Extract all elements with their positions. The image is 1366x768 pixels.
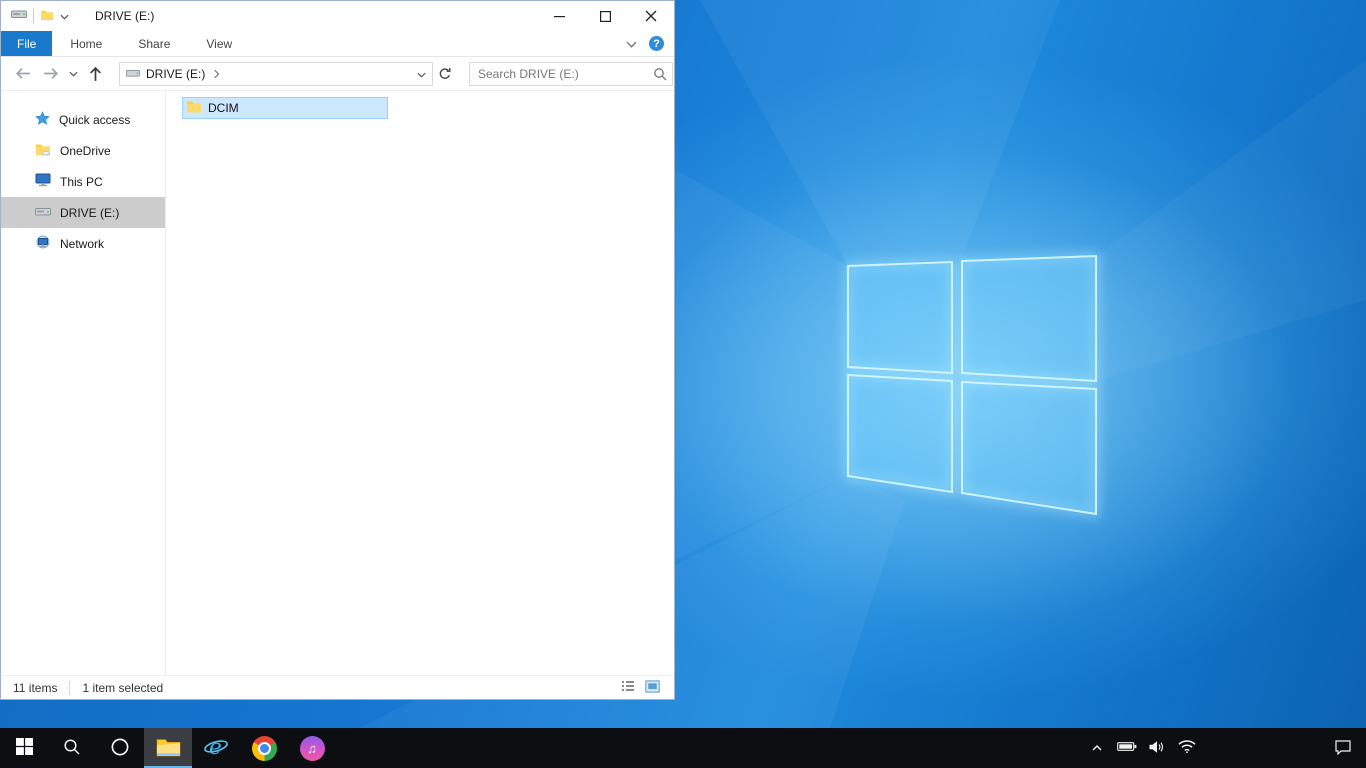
tab-home[interactable]: Home <box>52 31 120 56</box>
selection-count: 1 item selected <box>82 680 164 695</box>
ribbon-tab-bar: File Home Share View ? <box>1 31 674 57</box>
sidebar-item-network[interactable]: Network <box>1 228 165 259</box>
address-dropdown-chevron-icon[interactable] <box>417 67 426 81</box>
onedrive-folder-icon <box>35 143 51 159</box>
sidebar-item-label: This PC <box>60 174 103 189</box>
file-name: DCIM <box>208 101 239 115</box>
battery-icon <box>1117 741 1137 755</box>
speaker-icon <box>1148 740 1166 757</box>
internet-explorer-icon: e <box>203 734 229 763</box>
network-icon <box>35 235 51 252</box>
tab-share[interactable]: Share <box>120 31 188 56</box>
taskbar: e ♫ <box>0 728 1366 768</box>
wifi-icon <box>1177 739 1197 757</box>
tab-view[interactable]: View <box>188 31 250 56</box>
address-bar[interactable]: DRIVE (E:) <box>119 61 433 86</box>
action-center-button[interactable] <box>1320 728 1366 768</box>
close-button[interactable] <box>628 1 674 31</box>
sidebar-item-label: OneDrive <box>60 143 111 158</box>
taskbar-search-button[interactable] <box>48 728 96 768</box>
sidebar-item-quick-access[interactable]: Quick access <box>1 104 165 135</box>
address-drive-icon <box>126 67 140 81</box>
folder-icon <box>186 100 202 116</box>
forward-button[interactable] <box>42 66 59 81</box>
qat-folder-icon[interactable] <box>40 9 54 23</box>
action-center-icon <box>1334 739 1352 758</box>
large-icons-view-icon[interactable] <box>645 679 660 696</box>
sidebar-item-drive-e[interactable]: DRIVE (E:) <box>1 197 165 228</box>
search-icon <box>63 738 81 759</box>
battery-button[interactable] <box>1112 728 1142 768</box>
recent-locations-chevron-icon[interactable] <box>69 71 78 77</box>
quick-access-toolbar <box>11 9 69 23</box>
items-count: 11 items <box>13 680 58 695</box>
qat-customize-chevron-icon[interactable] <box>60 9 69 23</box>
breadcrumb-segment[interactable]: DRIVE (E:) <box>146 67 205 81</box>
explorer-body: Quick access OneDrive This PC DRIVE (E:) <box>1 91 674 675</box>
refresh-button[interactable] <box>433 62 457 86</box>
search-input[interactable] <box>469 61 673 86</box>
chrome-icon <box>251 735 277 761</box>
itunes-button[interactable]: ♫ <box>288 728 336 768</box>
status-bar: 11 items 1 item selected <box>1 675 674 699</box>
search-icon[interactable] <box>653 67 667 84</box>
window-controls <box>536 1 674 31</box>
sidebar-item-label: Network <box>60 236 105 251</box>
back-button[interactable] <box>15 66 32 81</box>
system-tray <box>1082 728 1366 768</box>
itunes-icon: ♫ <box>299 735 325 761</box>
chevron-up-icon <box>1091 741 1103 755</box>
file-explorer-window: DRIVE (E:) File Home Share View ? DRIVE … <box>0 0 675 700</box>
window-drive-icon <box>11 9 27 23</box>
svg-text:e: e <box>209 735 222 760</box>
window-title: DRIVE (E:) <box>95 9 155 23</box>
search-box <box>469 61 673 86</box>
start-button[interactable] <box>0 728 48 768</box>
computer-icon <box>35 173 51 190</box>
wifi-button[interactable] <box>1172 728 1202 768</box>
sidebar-item-label: DRIVE (E:) <box>60 205 120 220</box>
star-icon <box>35 110 50 129</box>
maximize-button[interactable] <box>582 1 628 31</box>
cortana-button[interactable] <box>96 728 144 768</box>
expand-ribbon-chevron-icon[interactable] <box>626 37 637 51</box>
breadcrumb[interactable]: DRIVE (E:) <box>146 67 220 81</box>
volume-button[interactable] <box>1142 728 1172 768</box>
breadcrumb-chevron-icon[interactable] <box>211 69 220 78</box>
minimize-button[interactable] <box>536 1 582 31</box>
hidden-icons-button[interactable] <box>1082 728 1112 768</box>
windows-logo-icon <box>15 738 33 758</box>
up-button[interactable] <box>88 66 103 82</box>
help-icon[interactable]: ? <box>649 36 664 51</box>
chrome-button[interactable] <box>240 728 288 768</box>
file-explorer-icon <box>156 736 181 760</box>
file-item-dcim[interactable]: DCIM <box>182 97 388 119</box>
file-list-area[interactable]: DCIM <box>166 91 674 675</box>
drive-icon <box>35 206 51 220</box>
details-view-icon[interactable] <box>621 680 635 695</box>
sidebar-item-label: Quick access <box>59 112 131 127</box>
cortana-icon <box>110 737 130 760</box>
sidebar-item-onedrive[interactable]: OneDrive <box>1 135 165 166</box>
qat-separator <box>33 9 34 23</box>
internet-explorer-button[interactable]: e <box>192 728 240 768</box>
sidebar-item-this-pc[interactable]: This PC <box>1 166 165 197</box>
status-separator <box>69 680 71 695</box>
title-bar[interactable]: DRIVE (E:) <box>1 1 674 31</box>
navigation-pane: Quick access OneDrive This PC DRIVE (E:) <box>1 91 166 675</box>
tab-file[interactable]: File <box>1 31 53 56</box>
taskbar-file-explorer-button[interactable] <box>144 728 192 768</box>
navigation-bar: DRIVE (E:) <box>1 57 674 91</box>
